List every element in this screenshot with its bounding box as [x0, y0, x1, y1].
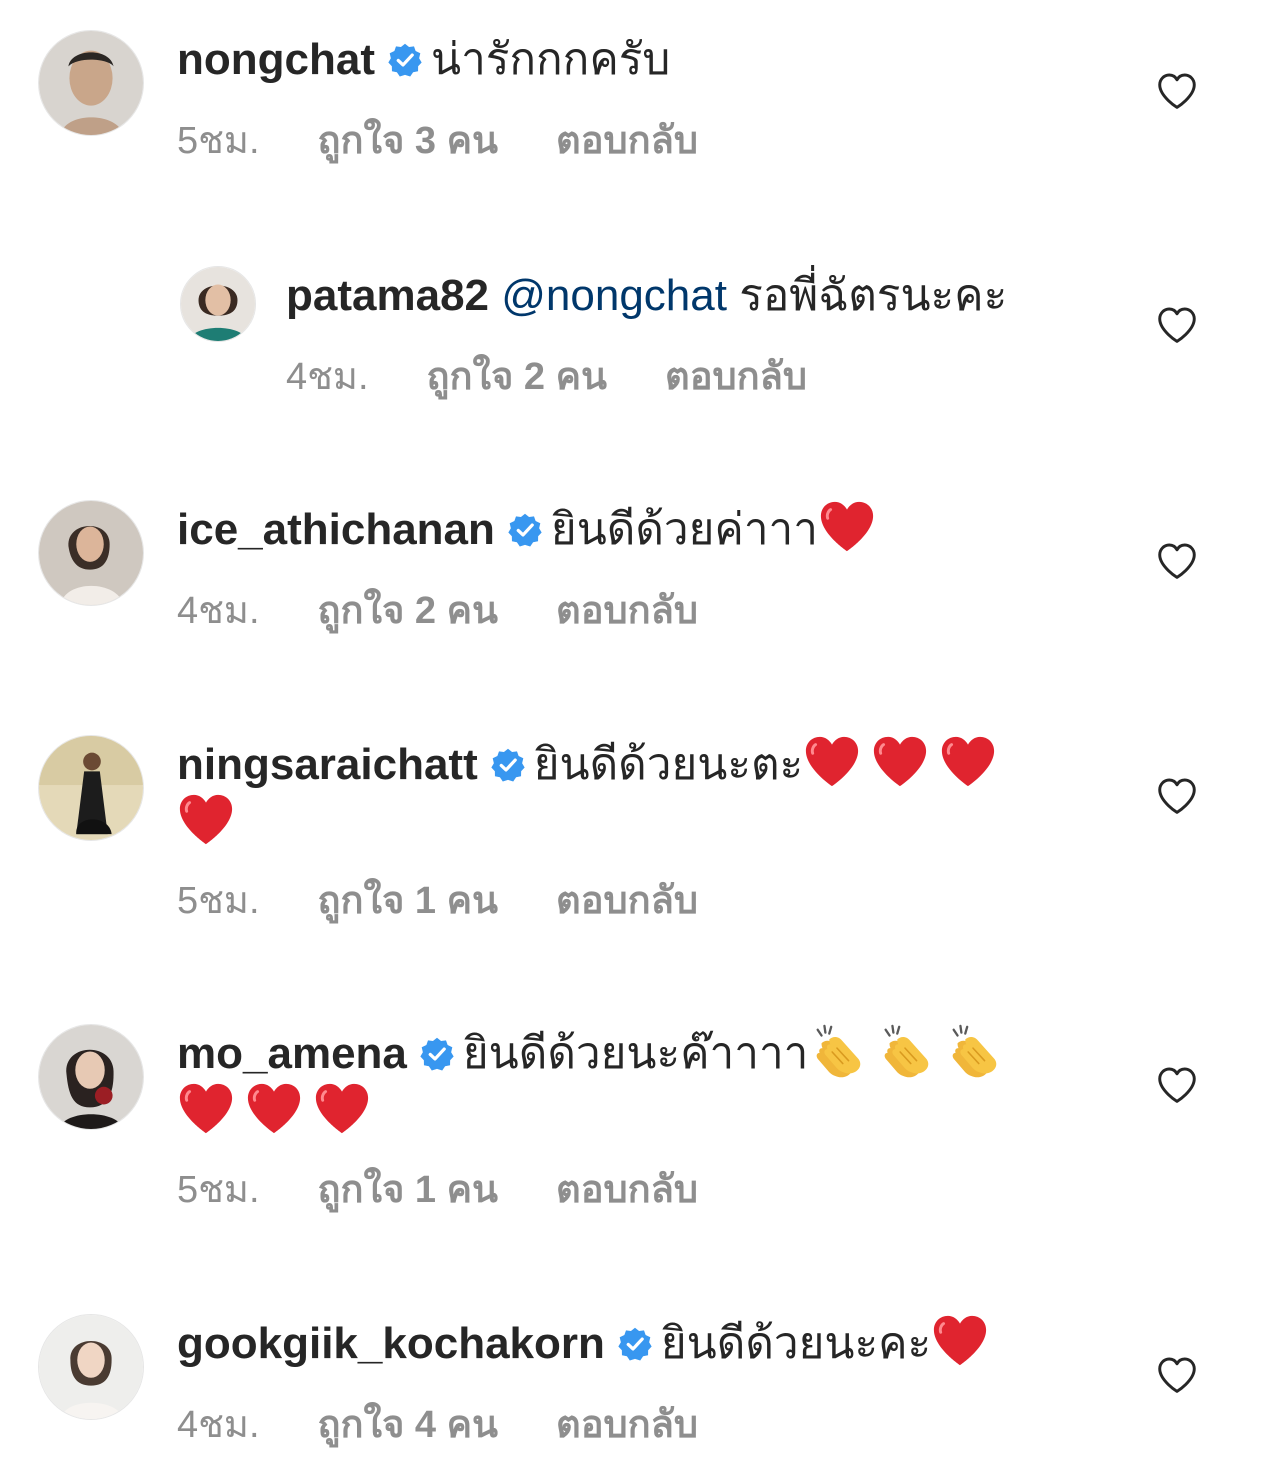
- avatar[interactable]: [38, 1024, 144, 1130]
- comment-meta: 5ชม. ถูกใจ 1 คน ตอบกลับ: [177, 1165, 756, 1215]
- comment-time[interactable]: 4ชม.: [177, 586, 260, 636]
- comment-text: ยินดีด้วยนะตะ: [533, 740, 804, 789]
- reply-button[interactable]: ตอบกลับ: [556, 1400, 698, 1450]
- comment-body: ice_athichanan ยินดีด้วยค่าาา: [177, 498, 886, 562]
- mention-link[interactable]: @nongchat: [501, 271, 727, 320]
- reply-button[interactable]: ตอบกลับ: [556, 116, 698, 166]
- comment-body: patama82 @nongchat รอพี่ฉัตรนะคะ: [286, 264, 1007, 328]
- avatar[interactable]: [38, 500, 144, 606]
- avatar[interactable]: [38, 1314, 144, 1420]
- avatar[interactable]: [38, 30, 144, 136]
- heart-icon[interactable]: [1156, 72, 1198, 110]
- avatar[interactable]: [38, 735, 144, 841]
- reply-button[interactable]: ตอบกลับ: [556, 876, 698, 926]
- comment-username[interactable]: mo_amena: [177, 1029, 407, 1078]
- comment-body: ningsaraichatt ยินดีด้วยนะตะ: [177, 733, 1007, 797]
- comment-time[interactable]: 5ชม.: [177, 1165, 260, 1215]
- comment-text: น่ารักกกครับ: [430, 35, 671, 84]
- red-heart-icon: [931, 1312, 989, 1370]
- comment-meta: 5ชม. ถูกใจ 1 คน ตอบกลับ: [177, 876, 756, 926]
- comment-body: nongchat น่ารักกกครับ: [177, 28, 670, 92]
- reply-button[interactable]: ตอบกลับ: [556, 586, 698, 636]
- comment-meta: 4ชม. ถูกใจ 4 คน ตอบกลับ: [177, 1400, 756, 1450]
- comment-username[interactable]: nongchat: [177, 35, 375, 84]
- comment-likes[interactable]: ถูกใจ 2 คน: [427, 352, 607, 402]
- reply-button[interactable]: ตอบกลับ: [556, 1165, 698, 1215]
- comment-time[interactable]: 4ชม.: [177, 1400, 260, 1450]
- comment-meta: 4ชม. ถูกใจ 2 คน ตอบกลับ: [177, 586, 756, 636]
- comment-likes[interactable]: ถูกใจ 2 คน: [318, 586, 498, 636]
- comment-username[interactable]: ice_athichanan: [177, 505, 495, 554]
- comment-likes[interactable]: ถูกใจ 1 คน: [318, 876, 498, 926]
- comment-time[interactable]: 4ชม.: [286, 352, 369, 402]
- comment-meta: 5ชม. ถูกใจ 3 คน ตอบกลับ: [177, 116, 756, 166]
- clapping-hands-icon: [876, 1022, 934, 1080]
- red-heart-icon: [313, 1080, 371, 1138]
- heart-icon[interactable]: [1156, 542, 1198, 580]
- red-heart-icon: [245, 1080, 303, 1138]
- comment-username[interactable]: gookgiik_kochakorn: [177, 1319, 605, 1368]
- comment-likes[interactable]: ถูกใจ 4 คน: [318, 1400, 498, 1450]
- comment-username[interactable]: patama82: [286, 271, 489, 320]
- clapping-hands-icon: [944, 1022, 1002, 1080]
- comment-username[interactable]: ningsaraichatt: [177, 740, 478, 789]
- red-heart-icon: [818, 498, 876, 556]
- comment-text: ยินดีด้วยนะคะ: [660, 1319, 932, 1368]
- heart-icon[interactable]: [1156, 1066, 1198, 1104]
- comment-body-continued: [177, 791, 245, 855]
- red-heart-icon: [871, 733, 929, 791]
- heart-icon[interactable]: [1156, 777, 1198, 815]
- verified-badge-icon: [387, 42, 423, 78]
- reply-button[interactable]: ตอบกลับ: [665, 352, 807, 402]
- heart-icon[interactable]: [1156, 306, 1198, 344]
- comment-text: ยินดีด้วยค่าาา: [550, 505, 818, 554]
- comment-body: mo_amena ยินดีด้วยนะค๊าาาา: [177, 1022, 1012, 1086]
- red-heart-icon: [177, 1080, 235, 1138]
- clapping-hands-icon: [808, 1022, 866, 1080]
- red-heart-icon: [939, 733, 997, 791]
- heart-icon[interactable]: [1156, 1356, 1198, 1394]
- comment-text: รอพี่ฉัตรนะคะ: [739, 271, 1008, 320]
- red-heart-icon: [177, 791, 235, 849]
- comment-likes[interactable]: ถูกใจ 3 คน: [318, 116, 498, 166]
- comment-body: gookgiik_kochakorn ยินดีด้วยนะคะ: [177, 1312, 999, 1376]
- comment-time[interactable]: 5ชม.: [177, 876, 260, 926]
- comment-text: ยินดีด้วยนะค๊าาาา: [462, 1029, 809, 1078]
- verified-badge-icon: [617, 1326, 653, 1362]
- avatar[interactable]: [180, 266, 256, 342]
- verified-badge-icon: [490, 747, 526, 783]
- comment-time[interactable]: 5ชม.: [177, 116, 260, 166]
- comment-meta: 4ชม. ถูกใจ 2 คน ตอบกลับ: [286, 352, 865, 402]
- comment-body-continued: [177, 1080, 381, 1144]
- verified-badge-icon: [507, 512, 543, 548]
- red-heart-icon: [803, 733, 861, 791]
- comment-likes[interactable]: ถูกใจ 1 คน: [318, 1165, 498, 1215]
- verified-badge-icon: [419, 1036, 455, 1072]
